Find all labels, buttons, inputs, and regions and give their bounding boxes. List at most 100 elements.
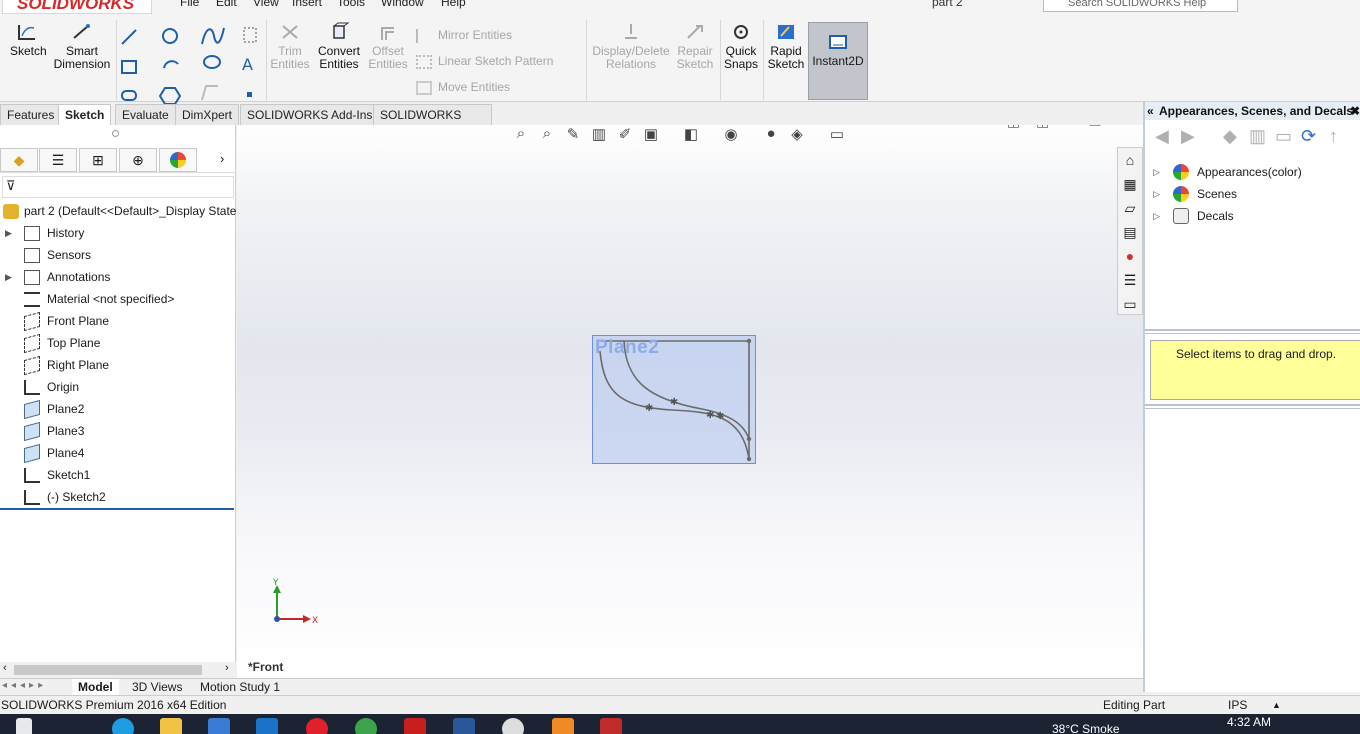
store-icon[interactable] <box>208 718 230 734</box>
search-input[interactable]: Search SOLIDWORKS Help <box>1043 0 1238 12</box>
appearances-icon[interactable]: ● <box>1119 246 1141 266</box>
menu-window[interactable]: Window <box>381 0 424 9</box>
apply-scene-icon[interactable]: ◈ <box>786 125 808 145</box>
weather-label[interactable]: 38°C Smoke <box>1052 722 1120 734</box>
edit-appearance-icon[interactable]: ● <box>760 125 782 145</box>
mirror-entities-button[interactable]: Mirror Entities <box>416 28 512 43</box>
tree-node-right-plane[interactable]: Right Plane <box>0 354 236 376</box>
app-icon[interactable] <box>502 718 524 734</box>
tp-item-appearances[interactable]: ▷ Appearances(color) <box>1153 162 1353 182</box>
tree-node-sketch2[interactable]: (-) Sketch2 <box>0 486 236 508</box>
forward-icon[interactable]: ▶ <box>1181 126 1195 147</box>
zoom-to-fit-icon[interactable]: ⌕ <box>510 125 532 145</box>
acrobat-icon[interactable] <box>404 718 426 734</box>
tab-model[interactable]: Model <box>72 679 119 695</box>
splitter-handle[interactable] <box>112 130 119 137</box>
pane-right-icon[interactable]: ◫ <box>1036 125 1049 129</box>
tree-node-material[interactable]: Material <not specified> <box>0 288 236 310</box>
move-entities-button[interactable]: Move Entities <box>416 80 510 95</box>
tab-sketch[interactable]: Sketch <box>58 104 112 125</box>
file-explorer-icon[interactable] <box>160 718 182 734</box>
opera-icon[interactable] <box>306 718 328 734</box>
dynamic-annotation-icon[interactable]: ✐ <box>614 125 636 145</box>
tree-node-history[interactable]: ▶ History <box>0 222 236 244</box>
chrome-icon[interactable] <box>355 718 377 734</box>
tp-item-scenes[interactable]: ▷ Scenes <box>1153 184 1353 204</box>
forum-icon[interactable]: ▭ <box>1119 294 1141 314</box>
expand-icon[interactable]: ▷ <box>1153 184 1160 204</box>
instant2d-button[interactable]: Instant2D <box>808 22 868 100</box>
tab-nav-arrows-icon[interactable]: ◂◂◂▸▸ <box>2 680 47 691</box>
menu-help[interactable]: Help <box>441 0 466 9</box>
graphics-area[interactable]: ⌕ ⌕ ✎ ▥ ✐ ▣ ◧ ◉ ● ◈ ▭ ◫ ◫ – ❐ ✕ ⌂ ▦ ▱ ▤ … <box>237 125 1143 680</box>
restore-icon[interactable]: ❐ <box>1089 125 1102 129</box>
tree-node-top-plane[interactable]: Top Plane <box>0 332 236 354</box>
word-icon[interactable] <box>453 718 475 734</box>
tree-node-origin[interactable]: Origin <box>0 376 236 398</box>
expand-icon[interactable]: ▶ <box>5 266 12 288</box>
file-explorer-icon[interactable]: ▱ <box>1119 198 1141 218</box>
tab-addins[interactable]: SOLIDWORKS Add-Ins <box>240 104 380 125</box>
tree-node-plane2[interactable]: Plane2 <box>0 398 236 420</box>
display-manager-tab[interactable] <box>159 148 197 172</box>
tab-mbd[interactable]: SOLIDWORKS MBD <box>373 104 492 142</box>
pane-splitter[interactable] <box>1145 329 1360 334</box>
tab-dimxpert[interactable]: DimXpert <box>175 104 240 125</box>
minimize-icon[interactable]: – <box>1065 125 1073 129</box>
up-icon[interactable]: ↑ <box>1329 126 1338 147</box>
units-arrow-icon[interactable]: ▲ <box>1272 696 1281 714</box>
refresh-icon[interactable]: ⟳ <box>1301 126 1316 147</box>
expand-icon[interactable]: ▷ <box>1153 206 1160 226</box>
tree-node-sensors[interactable]: Sensors <box>0 244 236 266</box>
display-delete-relations-button[interactable]: Display/Delete Relations <box>592 22 670 71</box>
configuration-manager-tab[interactable]: ⊞ <box>79 148 117 172</box>
view-orientation-icon[interactable]: ▣ <box>640 125 662 145</box>
tree-node-front-plane[interactable]: Front Plane <box>0 310 236 332</box>
windows-start-icon[interactable] <box>16 718 32 734</box>
horizontal-scrollbar[interactable]: ‹ › <box>0 662 236 678</box>
add-folder-icon[interactable]: ▭ <box>1275 126 1292 147</box>
feature-manager-tab[interactable]: ◆ <box>0 148 38 172</box>
pane-splitter[interactable] <box>1145 404 1360 409</box>
add-appearance-icon[interactable]: ◆ <box>1223 126 1237 147</box>
chevron-right-icon[interactable]: › <box>220 151 224 166</box>
expand-icon[interactable]: ▶ <box>5 222 12 244</box>
linear-sketch-pattern-button[interactable]: Linear Sketch Pattern <box>416 54 553 69</box>
menu-tools[interactable]: Tools <box>337 0 365 9</box>
section-view-icon[interactable]: ▥ <box>588 125 610 145</box>
repair-sketch-button[interactable]: Repair Sketch <box>676 22 714 71</box>
solidworks-logo[interactable]: SOLIDWORKS <box>2 0 152 14</box>
edge-icon[interactable] <box>112 718 134 734</box>
design-library-icon[interactable]: ▦ <box>1119 174 1141 194</box>
menu-edit[interactable]: Edit <box>216 0 237 9</box>
vlc-icon[interactable] <box>552 718 574 734</box>
tree-node-annotations[interactable]: ▶ Annotations <box>0 266 236 288</box>
menu-insert[interactable]: Insert <box>292 0 322 9</box>
scroll-left-icon[interactable]: ‹ <box>3 662 7 674</box>
smart-dimension-button[interactable]: Smart Dimension <box>52 22 112 71</box>
expand-icon[interactable]: ▷ <box>1153 162 1160 182</box>
solidworks-taskbar-icon[interactable] <box>600 718 622 734</box>
tp-item-decals[interactable]: ▷ Decals <box>1153 206 1353 226</box>
dimxpert-manager-tab[interactable]: ⊕ <box>119 148 157 172</box>
tree-node-sketch1[interactable]: Sketch1 <box>0 464 236 486</box>
view-palette-icon[interactable]: ▤ <box>1119 222 1141 242</box>
custom-properties-icon[interactable]: ☰ <box>1119 270 1141 290</box>
mail-icon[interactable] <box>256 718 278 734</box>
clock[interactable]: 4:32 AM <box>1227 715 1271 729</box>
zoom-to-area-icon[interactable]: ⌕ <box>536 125 558 145</box>
trim-entities-button[interactable]: Trim Entities <box>270 22 310 71</box>
menu-file[interactable]: File <box>180 0 199 9</box>
home-icon[interactable]: ⌂ <box>1119 150 1141 170</box>
rollback-bar[interactable] <box>0 508 234 510</box>
previous-view-icon[interactable]: ✎ <box>562 125 584 145</box>
tab-motion-study-1[interactable]: Motion Study 1 <box>194 679 286 695</box>
display-style-icon[interactable]: ◧ <box>680 125 702 145</box>
hide-show-items-icon[interactable]: ◉ <box>720 125 742 145</box>
offset-entities-button[interactable]: Offset Entities <box>368 22 408 71</box>
units-selector[interactable]: IPS <box>1228 696 1247 714</box>
tree-node-plane3[interactable]: Plane3 <box>0 420 236 442</box>
collapse-icon[interactable]: « <box>1147 102 1154 120</box>
tab-evaluate[interactable]: Evaluate <box>115 104 176 125</box>
rapid-sketch-button[interactable]: Rapid Sketch <box>767 22 805 71</box>
